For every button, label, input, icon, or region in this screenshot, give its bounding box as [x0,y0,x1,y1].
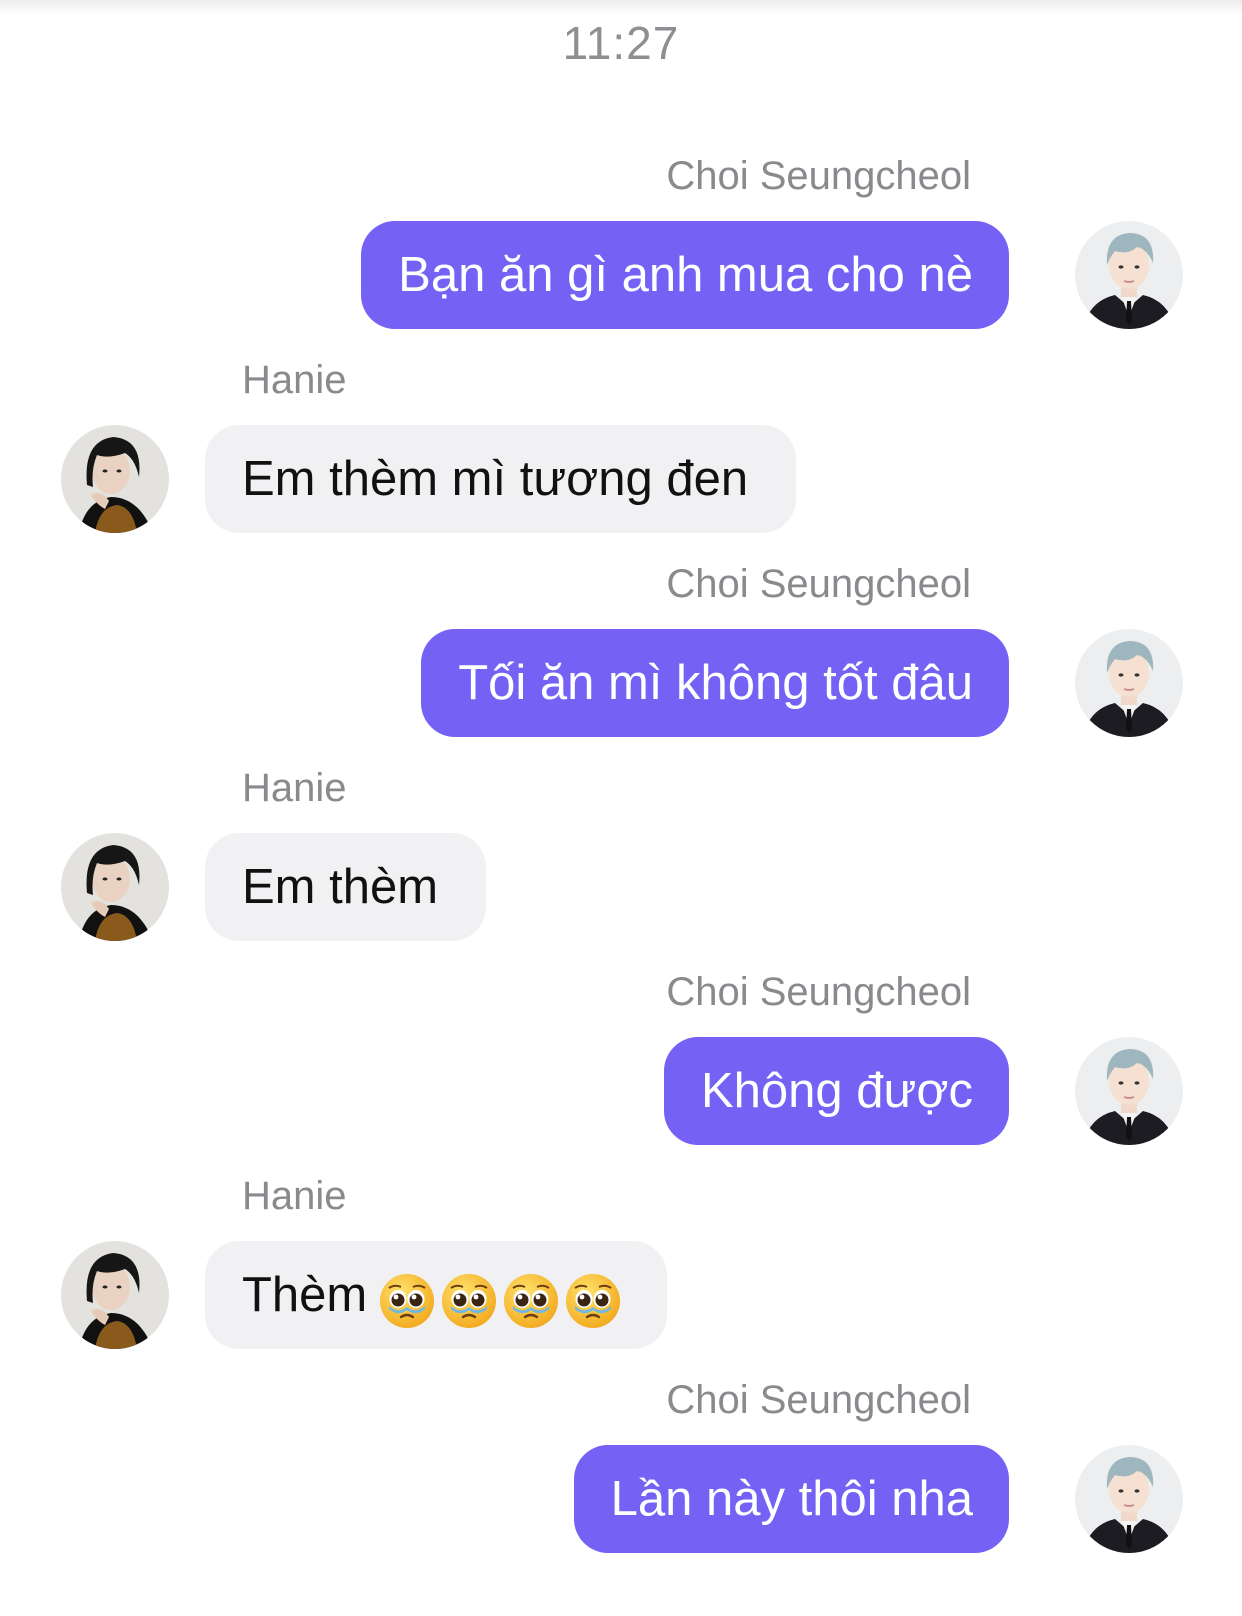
hanie-avatar[interactable] [61,1241,169,1349]
sender-name: Hanie [242,1174,347,1218]
seungcheol-avatar[interactable] [1075,1445,1183,1553]
incoming-message-bubble[interactable]: Thèm [205,1241,668,1352]
pleading-face-emoji [442,1274,497,1329]
message-timestamp: 11:27 [562,17,680,69]
emoji-group [379,1244,627,1352]
pleading-face-emoji [380,1274,435,1329]
hanie-avatar[interactable] [61,425,169,533]
hanie-avatar[interactable] [61,833,169,941]
sender-name: Choi Seungcheol [666,970,971,1014]
pleading-face-emoji [566,1274,621,1329]
seungcheol-avatar[interactable] [1075,629,1183,737]
sender-name: Choi Seungcheol [666,562,971,606]
seungcheol-avatar[interactable] [1075,221,1183,329]
incoming-message-bubble[interactable]: Em thèm mì tương đen [205,425,797,533]
outgoing-message-bubble[interactable]: Không được [664,1037,1009,1145]
pleading-face-emoji [504,1274,559,1329]
sender-name: Choi Seungcheol [666,1378,971,1422]
outgoing-message-bubble[interactable]: Bạn ăn gì anh mua cho nè [361,221,1009,329]
outgoing-message-bubble[interactable]: Lần này thôi nha [573,1445,1009,1553]
top-edge-shadow [0,0,1242,14]
incoming-message-bubble[interactable]: Em thèm [205,833,487,941]
outgoing-message-bubble[interactable]: Tối ăn mì không tốt đâu [421,629,1009,737]
sender-name: Hanie [242,358,347,402]
message-text: Thèm [242,1268,368,1322]
sender-name: Hanie [242,766,347,810]
seungcheol-avatar[interactable] [1075,1037,1183,1145]
sender-name: Choi Seungcheol [666,154,971,198]
